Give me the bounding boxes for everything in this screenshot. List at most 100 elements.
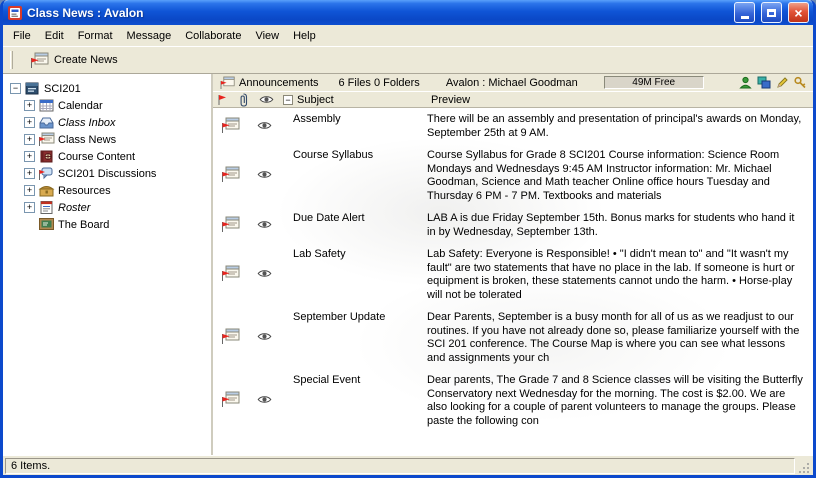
message-row[interactable]: Course Syllabus Course Syllabus for Grad… (213, 146, 813, 209)
pencil-icon[interactable] (776, 76, 789, 89)
create-news-button[interactable]: Create News (22, 50, 125, 71)
roster-icon (38, 200, 55, 215)
subject-column-label: Subject (297, 94, 334, 106)
news-item-flag-icon (220, 216, 240, 233)
inbox-icon (38, 115, 55, 130)
message-icon-cell (213, 216, 240, 236)
folder-tree: − SCI201 + Calendar (3, 74, 213, 455)
board-icon (38, 217, 55, 232)
news-item-flag-icon (220, 328, 240, 345)
expand-expander[interactable]: + (24, 168, 35, 179)
expand-expander[interactable]: + (24, 185, 35, 196)
tree-label: Class News (58, 134, 116, 146)
menu-view[interactable]: View (248, 27, 286, 45)
message-icon-cell (213, 391, 240, 411)
menu-edit[interactable]: Edit (38, 27, 71, 45)
account-name: Avalon : Michael Goodman (446, 77, 578, 89)
resources-icon (38, 183, 55, 198)
key-icon[interactable] (794, 76, 807, 89)
menu-file[interactable]: File (6, 27, 38, 45)
toolbar: Create News (3, 46, 813, 74)
tree-item-course-content[interactable]: + Course Content (7, 148, 211, 165)
expand-expander[interactable]: + (24, 117, 35, 128)
message-icon-cell (213, 166, 240, 186)
item-count-text: 6 Items. (11, 460, 50, 472)
message-row[interactable]: Special Event Dear parents, The Grade 7 … (213, 371, 813, 434)
tree-label: Class Inbox (58, 117, 115, 129)
maximize-icon (767, 9, 776, 17)
tree-label: Resources (58, 185, 111, 197)
close-button[interactable]: × (788, 2, 809, 23)
unread-eye-icon (255, 170, 272, 182)
message-icon-cell (213, 328, 240, 348)
column-preview[interactable]: Preview (427, 94, 813, 106)
tree-label: Roster (58, 202, 90, 214)
minimize-icon (741, 16, 749, 19)
column-attachment[interactable] (235, 93, 255, 107)
message-row[interactable]: Lab Safety Lab Safety: Everyone is Respo… (213, 245, 813, 308)
calendar-icon (38, 98, 55, 113)
unread-eye-icon (255, 395, 272, 407)
message-subject: Special Event (279, 374, 427, 386)
menu-collaborate[interactable]: Collaborate (178, 27, 248, 45)
news-item-flag-icon (220, 117, 240, 134)
maximize-button[interactable] (761, 2, 782, 23)
news-item-flag-icon (220, 265, 240, 282)
message-subject: September Update (279, 311, 427, 323)
unread-eye-icon (255, 220, 272, 232)
user-icon[interactable] (739, 76, 752, 89)
tree-item-class-news[interactable]: + Class News (7, 131, 211, 148)
news-item-flag-icon (220, 166, 240, 183)
app-window: Class News : Avalon × File Edit Format M… (0, 0, 816, 478)
message-row[interactable]: Due Date Alert LAB A is due Friday Septe… (213, 209, 813, 245)
tree-item-calendar[interactable]: + Calendar (7, 97, 211, 114)
content-panel: Announcements 6 Files 0 Folders Avalon :… (213, 74, 813, 455)
resize-grip[interactable] (797, 459, 811, 475)
tree-label: Course Content (58, 151, 135, 163)
collapse-expander[interactable]: − (10, 83, 21, 94)
column-subject[interactable]: − Subject (279, 94, 427, 106)
message-row[interactable]: Assembly There will be an assembly and p… (213, 110, 813, 146)
message-list: Assembly There will be an assembly and p… (213, 108, 813, 455)
item-count: 6 Items. (5, 458, 795, 474)
panel-header: Announcements 6 Files 0 Folders Avalon :… (213, 74, 813, 91)
message-preview: Course Syllabus for Grade 8 SCI201 Cours… (427, 149, 807, 203)
create-news-icon (29, 52, 49, 69)
create-news-label: Create News (54, 54, 118, 66)
message-preview: Lab Safety: Everyone is Responsible! • "… (427, 248, 807, 302)
tree-item-roster[interactable]: + Roster (7, 199, 211, 216)
message-subject: Lab Safety (279, 248, 427, 260)
folder-name: Announcements (239, 77, 319, 89)
menu-bar: File Edit Format Message Collaborate Vie… (3, 25, 813, 46)
column-flag[interactable] (213, 94, 235, 106)
tree-item-resources[interactable]: + Resources (7, 182, 211, 199)
menu-help[interactable]: Help (286, 27, 323, 45)
message-icon-cell (213, 117, 240, 137)
expand-expander[interactable]: + (24, 100, 35, 111)
tree-item-the-board[interactable]: The Board (7, 216, 211, 233)
eye-icon (259, 95, 274, 104)
preview-column-label: Preview (431, 94, 470, 106)
menu-message[interactable]: Message (120, 27, 179, 45)
tree-item-sci201-discussions[interactable]: + SCI201 Discussions (7, 165, 211, 182)
expand-expander[interactable]: + (24, 202, 35, 213)
tree-item-sci201[interactable]: − SCI201 (7, 80, 211, 97)
book-icon (38, 149, 55, 164)
layers-icon[interactable] (757, 76, 771, 89)
tree-item-class-inbox[interactable]: + Class Inbox (7, 114, 211, 131)
menu-format[interactable]: Format (71, 27, 120, 45)
message-row[interactable]: September Update Dear Parents, September… (213, 308, 813, 371)
column-unread[interactable] (255, 95, 279, 104)
collapse-all-icon[interactable]: − (283, 95, 293, 105)
message-preview: LAB A is due Friday September 15th. Bonu… (427, 212, 807, 239)
main-area: − SCI201 + Calendar (3, 74, 813, 455)
tree-label: The Board (58, 219, 109, 231)
paperclip-icon (239, 93, 248, 107)
course-icon (24, 81, 41, 96)
expand-expander[interactable]: + (24, 151, 35, 162)
title-bar[interactable]: Class News : Avalon × (3, 0, 813, 25)
expand-expander[interactable]: + (24, 134, 35, 145)
tree-label: SCI201 (44, 83, 81, 95)
minimize-button[interactable] (734, 2, 755, 23)
app-icon (7, 5, 23, 21)
